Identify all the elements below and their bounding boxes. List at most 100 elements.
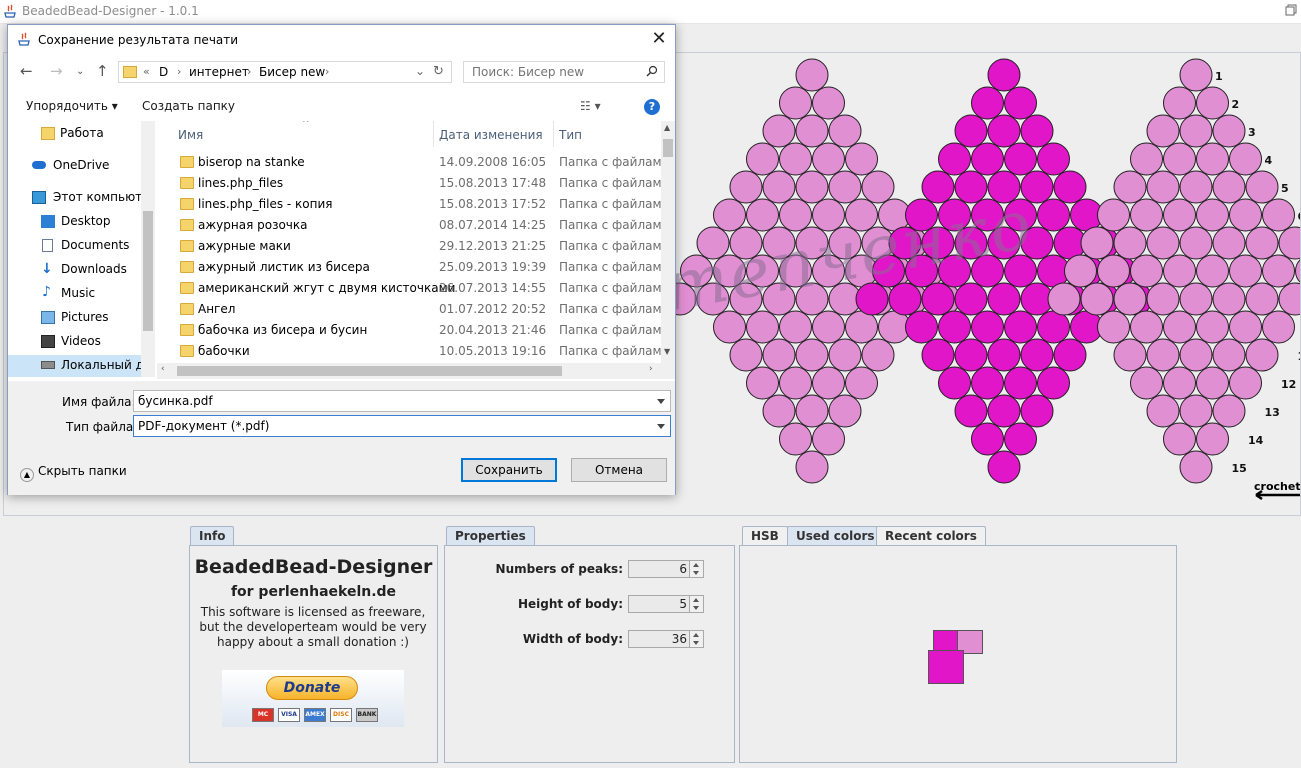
bead[interactable] <box>1229 198 1262 232</box>
bead[interactable] <box>1212 226 1246 260</box>
bead[interactable] <box>1179 114 1213 148</box>
nav-item-videos[interactable]: Videos <box>8 331 155 353</box>
bead[interactable] <box>729 338 763 372</box>
bead[interactable] <box>762 114 796 148</box>
spinner-arrows-icon[interactable] <box>689 596 703 612</box>
bead[interactable] <box>1097 310 1130 344</box>
column-name[interactable]: Имя <box>178 128 203 142</box>
scroll-thumb[interactable] <box>663 139 673 157</box>
bead[interactable] <box>1196 310 1229 344</box>
bead[interactable] <box>1163 366 1196 400</box>
back-arrow-icon[interactable]: ← <box>20 62 33 80</box>
bead[interactable] <box>729 170 763 204</box>
file-name[interactable]: американский жгут с двумя кисточками <box>198 281 455 295</box>
nav-scrollbar[interactable] <box>141 121 155 377</box>
bead[interactable] <box>1004 366 1037 400</box>
bead[interactable] <box>1196 422 1229 456</box>
bead[interactable] <box>746 198 779 232</box>
nav-item-pictures[interactable]: Pictures <box>8 307 155 329</box>
bead[interactable] <box>1020 394 1054 428</box>
tab-recent-colors[interactable]: Recent colors <box>876 526 986 546</box>
scroll-thumb[interactable] <box>177 366 562 376</box>
bead[interactable] <box>1229 254 1262 288</box>
bead[interactable] <box>905 310 938 344</box>
bead[interactable] <box>779 142 812 176</box>
bead[interactable] <box>1146 170 1180 204</box>
bead[interactable] <box>1179 282 1213 316</box>
peaks-value[interactable]: 6 <box>679 562 687 576</box>
bead[interactable] <box>1113 338 1147 372</box>
bead[interactable] <box>1212 114 1246 148</box>
bead[interactable] <box>1179 170 1213 204</box>
scroll-down-icon[interactable]: ▼ <box>664 347 670 356</box>
bead[interactable] <box>987 114 1021 148</box>
width-spinner[interactable]: 36 <box>628 630 704 648</box>
file-row[interactable]: lines.php_files 15.08.2013 17:48 Папка с ф… <box>157 173 669 194</box>
bead[interactable] <box>971 310 1004 344</box>
nav-item-desktop[interactable]: Desktop <box>8 211 155 233</box>
bead[interactable] <box>1229 310 1262 344</box>
bead[interactable] <box>987 450 1021 484</box>
bead[interactable] <box>1097 198 1130 232</box>
bead[interactable] <box>1020 114 1054 148</box>
file-row[interactable]: ажурные маки 29.12.2013 21:25 Папка с файл… <box>157 236 669 257</box>
nav-item-documents[interactable]: Documents <box>8 235 155 257</box>
nav-item-downloads[interactable]: ↓ Downloads <box>8 259 155 281</box>
bead[interactable] <box>1179 226 1213 260</box>
breadcrumb-biser-new[interactable]: Бисер new <box>259 65 325 79</box>
hide-folders-label[interactable]: Скрыть папки <box>38 464 127 478</box>
bead[interactable] <box>938 366 971 400</box>
filetype-select[interactable]: PDF-документ (*.pdf) <box>133 415 671 437</box>
chevron-down-icon[interactable] <box>657 424 665 429</box>
bead[interactable] <box>1047 282 1081 316</box>
file-name[interactable]: ажурные маки <box>198 239 291 253</box>
column-separator[interactable] <box>553 121 554 147</box>
bead[interactable] <box>1053 170 1087 204</box>
spinner-arrows-icon[interactable] <box>689 631 703 647</box>
bead[interactable] <box>1262 310 1295 344</box>
forward-arrow-icon[interactable]: → <box>50 62 63 80</box>
breadcrumb-internet[interactable]: интернет <box>189 65 249 79</box>
bead[interactable] <box>828 394 862 428</box>
bead[interactable] <box>987 282 1021 316</box>
bead[interactable] <box>1163 142 1196 176</box>
bead[interactable] <box>921 282 955 316</box>
search-box[interactable] <box>463 61 665 83</box>
bead[interactable] <box>1262 198 1295 232</box>
file-name[interactable]: бабочки <box>198 344 250 358</box>
bead[interactable] <box>779 86 812 120</box>
filename-field[interactable]: бусинка.pdf <box>133 390 671 412</box>
bead[interactable] <box>954 394 988 428</box>
bead[interactable] <box>762 170 796 204</box>
bead[interactable] <box>812 310 845 344</box>
column-type[interactable]: Тип <box>559 128 582 142</box>
bead[interactable] <box>1278 226 1301 260</box>
tab-hsb[interactable]: HSB <box>742 526 788 546</box>
bead[interactable] <box>779 310 812 344</box>
column-date[interactable]: Дата изменения <box>439 128 543 142</box>
bead[interactable] <box>845 310 878 344</box>
bead[interactable] <box>1196 366 1229 400</box>
file-name[interactable]: ажурная розочка <box>198 218 308 232</box>
address-dropdown-icon[interactable]: ⌄ <box>415 64 425 78</box>
maximize-icon[interactable] <box>1285 4 1297 16</box>
close-icon[interactable]: ✕ <box>648 29 670 51</box>
bead[interactable] <box>861 170 895 204</box>
save-button[interactable]: Сохранить <box>461 458 557 482</box>
bead[interactable] <box>746 366 779 400</box>
bead[interactable] <box>971 142 1004 176</box>
breadcrumb-d[interactable]: D <box>159 65 168 79</box>
column-separator[interactable] <box>433 121 434 147</box>
bead[interactable] <box>1053 338 1087 372</box>
bead[interactable] <box>1113 170 1147 204</box>
bead[interactable] <box>1229 366 1262 400</box>
help-icon[interactable]: ? <box>644 99 660 115</box>
bead[interactable] <box>954 338 988 372</box>
bead[interactable] <box>971 422 1004 456</box>
file-name[interactable]: ажурный листик из бисера <box>198 260 370 274</box>
bead[interactable] <box>1245 226 1279 260</box>
file-row[interactable]: ажурная розочка 08.07.2014 14:25 Папка с ф… <box>157 215 669 236</box>
bead[interactable] <box>1245 338 1279 372</box>
bead[interactable] <box>746 142 779 176</box>
bead[interactable] <box>1278 282 1301 316</box>
